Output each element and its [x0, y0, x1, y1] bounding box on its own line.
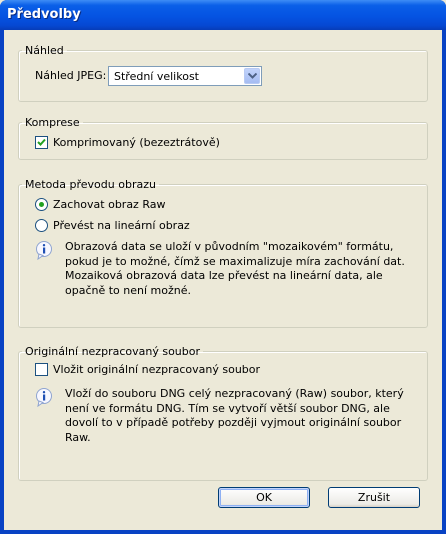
radio-keep-raw[interactable]: [35, 198, 48, 211]
compression-checkbox-label: Komprimovaný (bezeztrátově): [53, 136, 220, 149]
radio-linear-label: Převést na lineární obraz: [53, 219, 190, 232]
embed-original-row[interactable]: Vložit originální nezpracovaný soubor: [35, 363, 260, 376]
compression-checkbox[interactable]: [35, 136, 48, 149]
info-icon: [35, 387, 55, 445]
dropdown-button[interactable]: [244, 68, 260, 84]
conversion-info: Obrazová data se uloží v původním "mozai…: [35, 240, 423, 298]
title-bar[interactable]: Předvolby: [0, 0, 446, 30]
radio-linear[interactable]: [35, 219, 48, 232]
embed-original-checkbox[interactable]: [35, 363, 48, 376]
compression-legend: Komprese: [25, 116, 80, 129]
radio-linear-row[interactable]: Převést na lineární obraz: [35, 219, 190, 232]
compression-checkbox-row[interactable]: Komprimovaný (bezeztrátově): [35, 136, 220, 149]
chevron-down-icon: [248, 73, 257, 79]
original-legend: Originální nezpracovaný soubor: [25, 345, 201, 358]
conversion-legend: Metoda převodu obrazu: [25, 178, 156, 191]
check-icon: [37, 138, 46, 146]
info-icon: [35, 240, 55, 298]
jpeg-preview-value: Střední velikost: [114, 70, 199, 83]
original-info: Vloží do souboru DNG celý nezpracovaný (…: [35, 387, 423, 445]
jpeg-preview-row: Náhled JPEG:: [35, 69, 106, 82]
original-info-text: Vloží do souboru DNG celý nezpracovaný (…: [65, 387, 404, 444]
radio-keep-raw-row[interactable]: Zachovat obraz Raw: [35, 198, 165, 211]
ok-button[interactable]: OK: [218, 487, 310, 508]
dialog-window: Předvolby Náhled Náhled JPEG: Střední ve…: [0, 0, 446, 534]
conversion-info-text: Obrazová data se uloží v původním "mozai…: [65, 240, 405, 297]
embed-original-label: Vložit originální nezpracovaný soubor: [53, 363, 261, 376]
jpeg-preview-select[interactable]: Střední velikost: [108, 66, 262, 86]
jpeg-preview-label: Náhled JPEG:: [35, 69, 107, 82]
preview-legend: Náhled: [25, 44, 64, 57]
cancel-button[interactable]: Zrušit: [328, 487, 420, 508]
dialog-body: Náhled Náhled JPEG: Střední velikost Kom…: [4, 30, 442, 530]
radio-keep-raw-label: Zachovat obraz Raw: [53, 198, 166, 211]
window-title: Předvolby: [7, 7, 81, 22]
